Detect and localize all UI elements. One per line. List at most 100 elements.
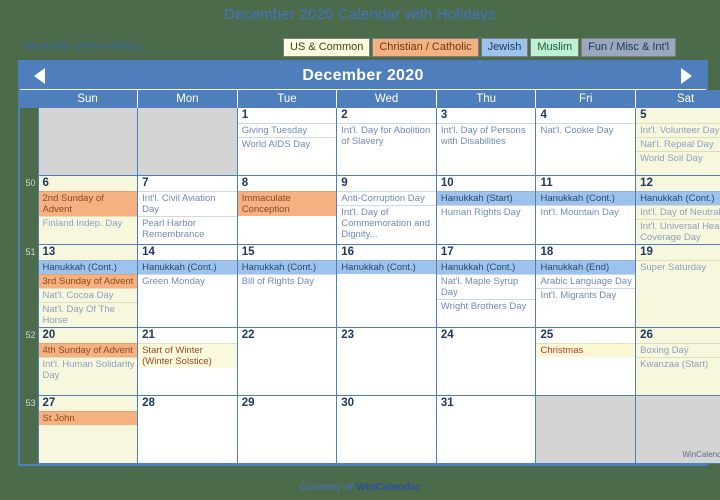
legend-chip-fun[interactable]: Fun / Misc & Int'l <box>581 38 677 57</box>
event-entry[interactable]: Hanukkah (Cont.) <box>237 260 337 274</box>
event-entry[interactable]: Super Saturday <box>636 260 720 274</box>
legend-row: December 2020 Holidays: US & Common Chris… <box>0 38 720 58</box>
event-entry[interactable]: Nat'l. Cocoa Day <box>38 288 138 302</box>
day-cell-16[interactable]: 16 Hanukkah (Cont.) <box>336 244 437 328</box>
day-cell-6[interactable]: 6 2nd Sunday of Advent Finland Indep. Day <box>37 175 139 245</box>
day-cell-10[interactable]: 10 Hanukkah (Start) Human Rights Day <box>435 175 537 245</box>
event-entry[interactable]: Immaculate Conception <box>237 191 337 216</box>
day-cell-26[interactable]: 26 Boxing Day Kwanzaa (Start) <box>635 327 720 396</box>
day-number: 22 <box>241 329 255 341</box>
day-number: 2 <box>341 109 348 121</box>
day-cell-28[interactable]: 28 <box>137 395 238 464</box>
event-entry[interactable]: Int'l. Mountain Day <box>536 205 636 219</box>
event-entry[interactable]: Nat'l. Repeal Day <box>636 137 720 151</box>
event-entry[interactable]: Boxing Day <box>636 343 720 357</box>
day-cell-20[interactable]: 20 4th Sunday of Advent Int'l. Human Solid… <box>37 327 139 396</box>
right-triangle-icon[interactable] <box>681 67 692 84</box>
event-entry[interactable]: Hanukkah (Cont.) <box>436 260 536 274</box>
event-entry[interactable]: Hanukkah (Cont.) <box>138 260 237 274</box>
day-number: 28 <box>142 397 155 409</box>
day-cell-21[interactable]: 21 Start of Winter (Winter Solstice) <box>137 327 238 396</box>
event-entry[interactable]: 4th Sunday of Advent <box>38 343 138 357</box>
day-cell-4[interactable]: 4 Nat'l. Cookie Day <box>535 107 637 176</box>
event-entry[interactable]: 3rd Sunday of Advent <box>38 274 138 288</box>
event-entry[interactable]: Hanukkah (Cont.) <box>536 191 636 205</box>
event-entry[interactable]: Bill of Rights Day <box>237 274 337 288</box>
day-cell-12[interactable]: 12 Hanukkah (Cont.) Int'l. Day of Neutral i… <box>635 175 720 245</box>
event-entry[interactable]: Kwanzaa (Start) <box>636 357 720 371</box>
footer-prefix: Courtesy of <box>299 481 357 493</box>
event-entry[interactable]: Int'l. Volunteer Day <box>636 123 720 137</box>
event-entry[interactable]: Hanukkah (Cont.) <box>38 260 138 274</box>
day-cell-5[interactable]: 5 Int'l. Volunteer Day Nat'l. Repeal Day Wo… <box>635 107 720 176</box>
legend-chip-us[interactable]: US & Common <box>283 38 371 57</box>
day-cell-29[interactable]: 29 <box>236 395 338 464</box>
day-number: 24 <box>440 329 454 341</box>
day-cell-18[interactable]: 18 Hanukkah (End) Arabic Language Day Int'l… <box>535 244 637 328</box>
calendar-page: December 2020 Calendar with Holidays Dec… <box>0 0 720 500</box>
day-number: 30 <box>341 397 355 409</box>
event-entry[interactable]: Wright Brothers Day <box>436 299 536 313</box>
day-cell-1[interactable]: 1 Giving Tuesday World AIDS Day <box>236 107 338 176</box>
event-entry[interactable]: St John <box>38 411 138 425</box>
event-entry[interactable]: Hanukkah (Cont.) <box>337 260 436 274</box>
day-cell-14[interactable]: 14 Hanukkah (Cont.) Green Monday <box>137 244 238 328</box>
event-entry[interactable]: Int'l. Migrants Day <box>536 288 636 302</box>
week-number: 52 <box>20 327 38 396</box>
event-entry[interactable]: Christmas <box>536 343 636 357</box>
event-entry[interactable]: Nat'l. Maple Syrup Day <box>436 274 536 299</box>
day-cell-19[interactable]: 19 Super Saturday <box>635 244 720 328</box>
event-entry[interactable]: World AIDS Day <box>237 137 337 151</box>
event-entry[interactable]: Green Monday <box>138 274 237 288</box>
event-entry[interactable]: Int'l. Universal Health Coverage Day <box>636 219 720 244</box>
month-title: December 2020 <box>302 66 424 84</box>
event-entry[interactable]: Hanukkah (Start) <box>436 191 536 205</box>
legend-chip-mus[interactable]: Muslim <box>530 38 580 57</box>
event-entry[interactable]: Int'l. Day of Persons with Disabilities <box>436 123 536 148</box>
event-entry[interactable]: Int'l. Day of Commemoration and Dignity.… <box>337 205 436 241</box>
day-cell-9[interactable]: 9 Anti-Corruption Day Int'l. Day of Commem… <box>336 175 437 245</box>
legend-chip-group: US & Common Christian / Catholic Jewish Mus… <box>283 38 678 57</box>
day-cell-30[interactable]: 30 <box>336 395 437 464</box>
event-entry[interactable]: Hanukkah (Cont.) <box>636 191 720 205</box>
event-entry[interactable]: Nat'l. Cookie Day <box>536 123 636 137</box>
legend-chip-chr[interactable]: Christian / Catholic <box>372 38 479 57</box>
day-cell-27[interactable]: 27 St John <box>37 395 139 464</box>
day-cell-2[interactable]: 2 Int'l. Day for Abolition of Slavery <box>336 107 437 176</box>
event-entry[interactable]: Human Rights Day <box>436 205 536 219</box>
day-cell-11[interactable]: 11 Hanukkah (Cont.) Int'l. Mountain Day <box>535 175 637 245</box>
event-entry[interactable]: Int'l. Civil Aviation Day <box>138 191 237 216</box>
left-triangle-icon[interactable] <box>34 67 45 84</box>
day-number: 5 <box>640 109 647 121</box>
weekday-header-thu: Thu <box>435 90 536 108</box>
day-cell-23[interactable]: 23 <box>336 327 437 396</box>
day-cell-15[interactable]: 15 Hanukkah (Cont.) Bill of Rights Day <box>236 244 338 328</box>
day-number: 31 <box>440 397 454 409</box>
event-entry[interactable]: Int'l. Human Solidarity Day <box>38 357 138 382</box>
calendar-week-row: 52 20 4th Sunday of Advent Int'l. Human Sol… <box>20 327 720 396</box>
day-cell-31[interactable]: 31 <box>435 395 537 464</box>
day-cell-17[interactable]: 17 Hanukkah (Cont.) Nat'l. Maple Syrup Day… <box>435 244 537 328</box>
event-entry[interactable]: Start of Winter (Winter Solstice) <box>138 343 237 368</box>
event-entry[interactable]: Pearl Harbor Remembrance <box>138 216 237 241</box>
day-cell-24[interactable]: 24 <box>435 327 537 396</box>
event-entry[interactable]: Arabic Language Day <box>536 274 636 288</box>
day-cell-8[interactable]: 8 Immaculate Conception <box>236 175 338 245</box>
day-cell-25[interactable]: 25 Christmas <box>535 327 637 396</box>
event-entry[interactable]: Nat'l. Day Of The Horse <box>38 302 138 327</box>
event-entry[interactable]: Giving Tuesday <box>237 123 337 137</box>
day-cell-7[interactable]: 7 Int'l. Civil Aviation Day Pearl Harbor R… <box>137 175 238 245</box>
day-cell-13[interactable]: 13 Hanukkah (Cont.) 3rd Sunday of Advent Na… <box>37 244 139 328</box>
event-entry[interactable]: Int'l. Day for Abolition of Slavery <box>337 123 436 148</box>
event-entry[interactable]: Finland Indep. Day <box>38 216 138 230</box>
day-cell-3[interactable]: 3 Int'l. Day of Persons with Disabilities <box>435 107 537 176</box>
event-entry[interactable]: Int'l. Day of Neutrality <box>636 205 720 219</box>
legend-chip-jew[interactable]: Jewish <box>480 38 529 57</box>
day-cell-22[interactable]: 22 <box>236 327 338 396</box>
day-number: 23 <box>341 329 355 341</box>
calendar-week-row: 53 27 St John 28 29 30 31 WinCalendar <box>20 395 720 464</box>
event-entry[interactable]: Hanukkah (End) <box>536 260 636 274</box>
event-entry[interactable]: World Soil Day <box>636 151 720 165</box>
event-entry[interactable]: Anti-Corruption Day <box>337 191 436 205</box>
event-entry[interactable]: 2nd Sunday of Advent <box>38 191 138 216</box>
